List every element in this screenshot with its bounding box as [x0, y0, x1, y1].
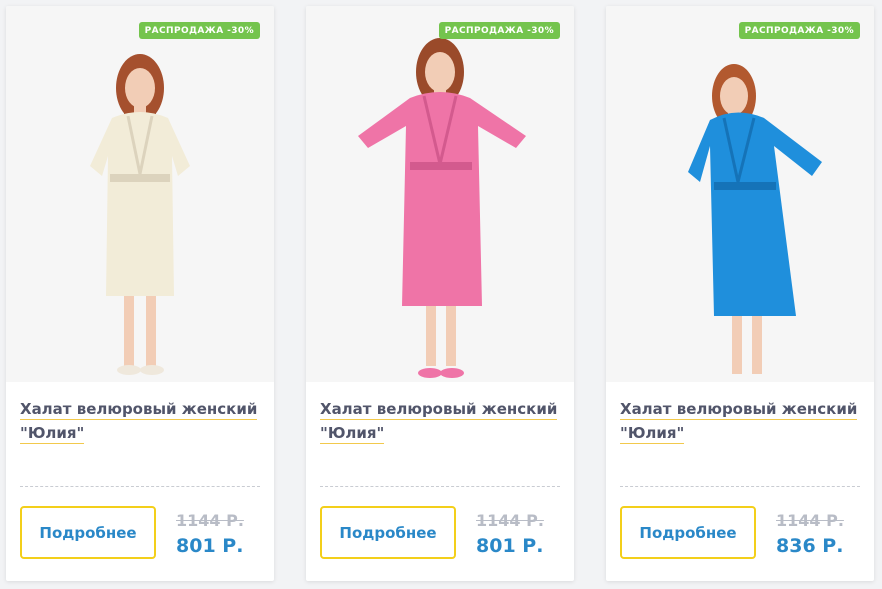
robe-model-illustration — [358, 38, 526, 378]
details-button[interactable]: Подробнее — [20, 506, 156, 559]
old-price: 1144 Р. — [776, 511, 844, 530]
divider — [620, 486, 860, 487]
product-title-line1: Халат велюровый женский — [320, 400, 558, 420]
product-title-link[interactable]: Халат велюровый женский "Юлия" — [20, 397, 260, 445]
sale-price: 836 Р. — [776, 535, 844, 557]
robe-model-illustration — [90, 54, 190, 375]
sale-price: 801 Р. — [476, 535, 544, 557]
product-image[interactable]: РАСПРОДАЖА -30% — [606, 6, 874, 382]
product-card[interactable]: РАСПРОДАЖА -30% Халат велюровый женский … — [306, 6, 574, 581]
product-title-line2: "Юлия" — [620, 424, 685, 444]
sale-badge: РАСПРОДАЖА -30% — [138, 22, 260, 39]
product-title-line1: Халат велюровый женский — [20, 400, 258, 420]
product-card[interactable]: РАСПРОДАЖА -30% Халат велюровый женский … — [606, 6, 874, 581]
old-price: 1144 Р. — [176, 511, 244, 530]
product-title-link[interactable]: Халат велюровый женский "Юлия" — [320, 397, 560, 445]
details-button[interactable]: Подробнее — [620, 506, 756, 559]
product-image[interactable]: РАСПРОДАЖА -30% — [306, 6, 574, 382]
product-title-link[interactable]: Халат велюровый женский "Юлия" — [620, 397, 860, 445]
divider — [20, 486, 260, 487]
product-title-line2: "Юлия" — [20, 424, 85, 444]
sale-price: 801 Р. — [176, 535, 244, 557]
product-title-line2: "Юлия" — [320, 424, 385, 444]
old-price: 1144 Р. — [476, 511, 544, 530]
product-title-line1: Халат велюровый женский — [620, 400, 858, 420]
divider — [320, 486, 560, 487]
product-image[interactable]: РАСПРОДАЖА -30% — [6, 6, 274, 382]
robe-model-illustration — [688, 64, 822, 374]
sale-badge: РАСПРОДАЖА -30% — [438, 22, 560, 39]
product-grid: РАСПРОДАЖА -30% Халат велюровый женский … — [0, 0, 882, 589]
sale-badge: РАСПРОДАЖА -30% — [738, 22, 860, 39]
product-card[interactable]: РАСПРОДАЖА -30% Халат велюровый женский … — [6, 6, 274, 581]
details-button[interactable]: Подробнее — [320, 506, 456, 559]
